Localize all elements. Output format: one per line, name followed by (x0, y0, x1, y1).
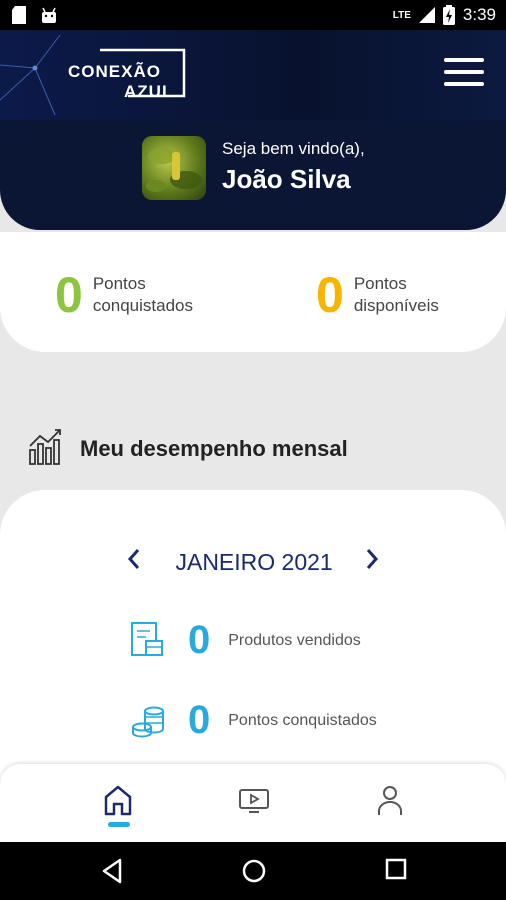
avatar[interactable] (142, 136, 206, 200)
video-screen-icon (239, 789, 269, 813)
conexao-azul-logo: CONEXÃO AZUL (66, 48, 191, 101)
month-label: JANEIRO 2021 (175, 549, 333, 575)
points-summary-card: 0 Pontos conquistados 0 Pontos disponíve… (0, 232, 506, 352)
back-icon[interactable] (100, 858, 124, 884)
app-header: CONEXÃO AZUL Seja bem vindo(a), João Sil… (0, 30, 506, 230)
system-navigation-bar (0, 842, 506, 900)
nav-home[interactable] (100, 782, 140, 822)
performance-title: Meu desempenho mensal (80, 436, 348, 461)
welcome-text: Seja bem vindo(a), (222, 139, 365, 158)
hamburger-menu-button[interactable] (444, 58, 484, 88)
menu-line (444, 70, 484, 74)
home-icon (104, 785, 132, 816)
points-earned: 0 Pontos conquistados (55, 270, 213, 320)
network-type: LTE (392, 9, 411, 21)
active-tab-indicator (108, 822, 130, 827)
points-earned-value: 0 (55, 267, 83, 323)
points-earned-month-label: Pontos conquistados (228, 711, 377, 729)
bar-chart-icon (29, 429, 61, 465)
bottom-navigation (0, 764, 506, 842)
points-earned-label: Pontos conquistados (92, 274, 193, 315)
menu-line (444, 82, 484, 86)
month-selector: JANEIRO 2021 (0, 548, 506, 577)
points-available-label: Pontos disponíveis (353, 274, 439, 315)
status-bar: LTE 3:39 (0, 0, 506, 30)
product-list-icon (131, 621, 163, 656)
android-icon (42, 7, 56, 23)
products-sold-value: 0 (188, 618, 211, 662)
stat-products-sold: 0 Produtos vendidos (130, 618, 361, 663)
sd-card-icon (12, 6, 26, 24)
points-available: 0 Pontos disponíveis (316, 270, 474, 320)
nav-videos[interactable] (236, 782, 276, 822)
points-available-value: 0 (316, 267, 344, 323)
chevron-left-icon (127, 549, 139, 569)
battery-icon (442, 5, 455, 25)
profile-icon (378, 786, 402, 815)
next-month-button[interactable] (365, 549, 379, 576)
signal-icon (418, 7, 435, 23)
clock: 3:39 (462, 5, 496, 24)
monthly-performance-card: JANEIRO 2021 0 Produtos vendidos 0 Ponto… (0, 490, 506, 780)
nav-profile[interactable] (372, 782, 412, 822)
chevron-right-icon (367, 549, 379, 569)
points-earned-month-value: 0 (188, 698, 211, 742)
products-sold-label: Produtos vendidos (228, 631, 361, 649)
coins-stack-icon (132, 706, 164, 738)
home-circle-icon[interactable] (241, 858, 267, 884)
previous-month-button[interactable] (127, 549, 148, 576)
recents-icon[interactable] (385, 858, 407, 880)
stat-points-earned: 0 Pontos conquistados (130, 698, 377, 743)
menu-line (444, 58, 484, 62)
user-name: João Silva (222, 164, 351, 194)
